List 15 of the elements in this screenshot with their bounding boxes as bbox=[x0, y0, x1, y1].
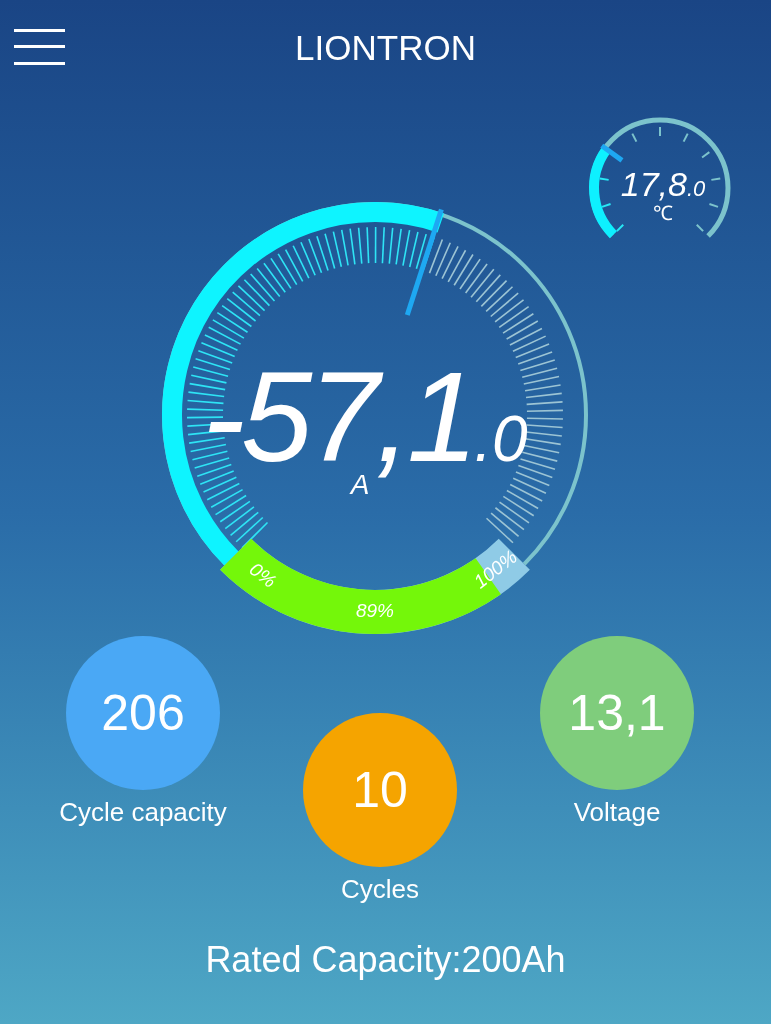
charge-start-label: 0% bbox=[245, 558, 281, 592]
stat-value: 10 bbox=[352, 765, 408, 815]
temperature-decimal: .0 bbox=[686, 178, 706, 200]
rated-capacity: Rated Capacity:200Ah bbox=[205, 942, 566, 978]
app-title: LIONTRON bbox=[295, 30, 476, 65]
menu-icon[interactable] bbox=[14, 29, 65, 65]
current-decimal: .0 bbox=[474, 407, 528, 471]
stat-label: Cycles bbox=[341, 876, 419, 902]
temperature-unit: ℃ bbox=[653, 203, 673, 223]
charge-value-label: 89% bbox=[356, 600, 394, 621]
stat-value: 206 bbox=[101, 688, 185, 738]
temperature-value: 17,8 bbox=[620, 167, 687, 201]
stat-value: 13,1 bbox=[568, 688, 666, 738]
stat-label: Cycle capacity bbox=[59, 799, 227, 825]
stat-label: Voltage bbox=[573, 799, 661, 825]
